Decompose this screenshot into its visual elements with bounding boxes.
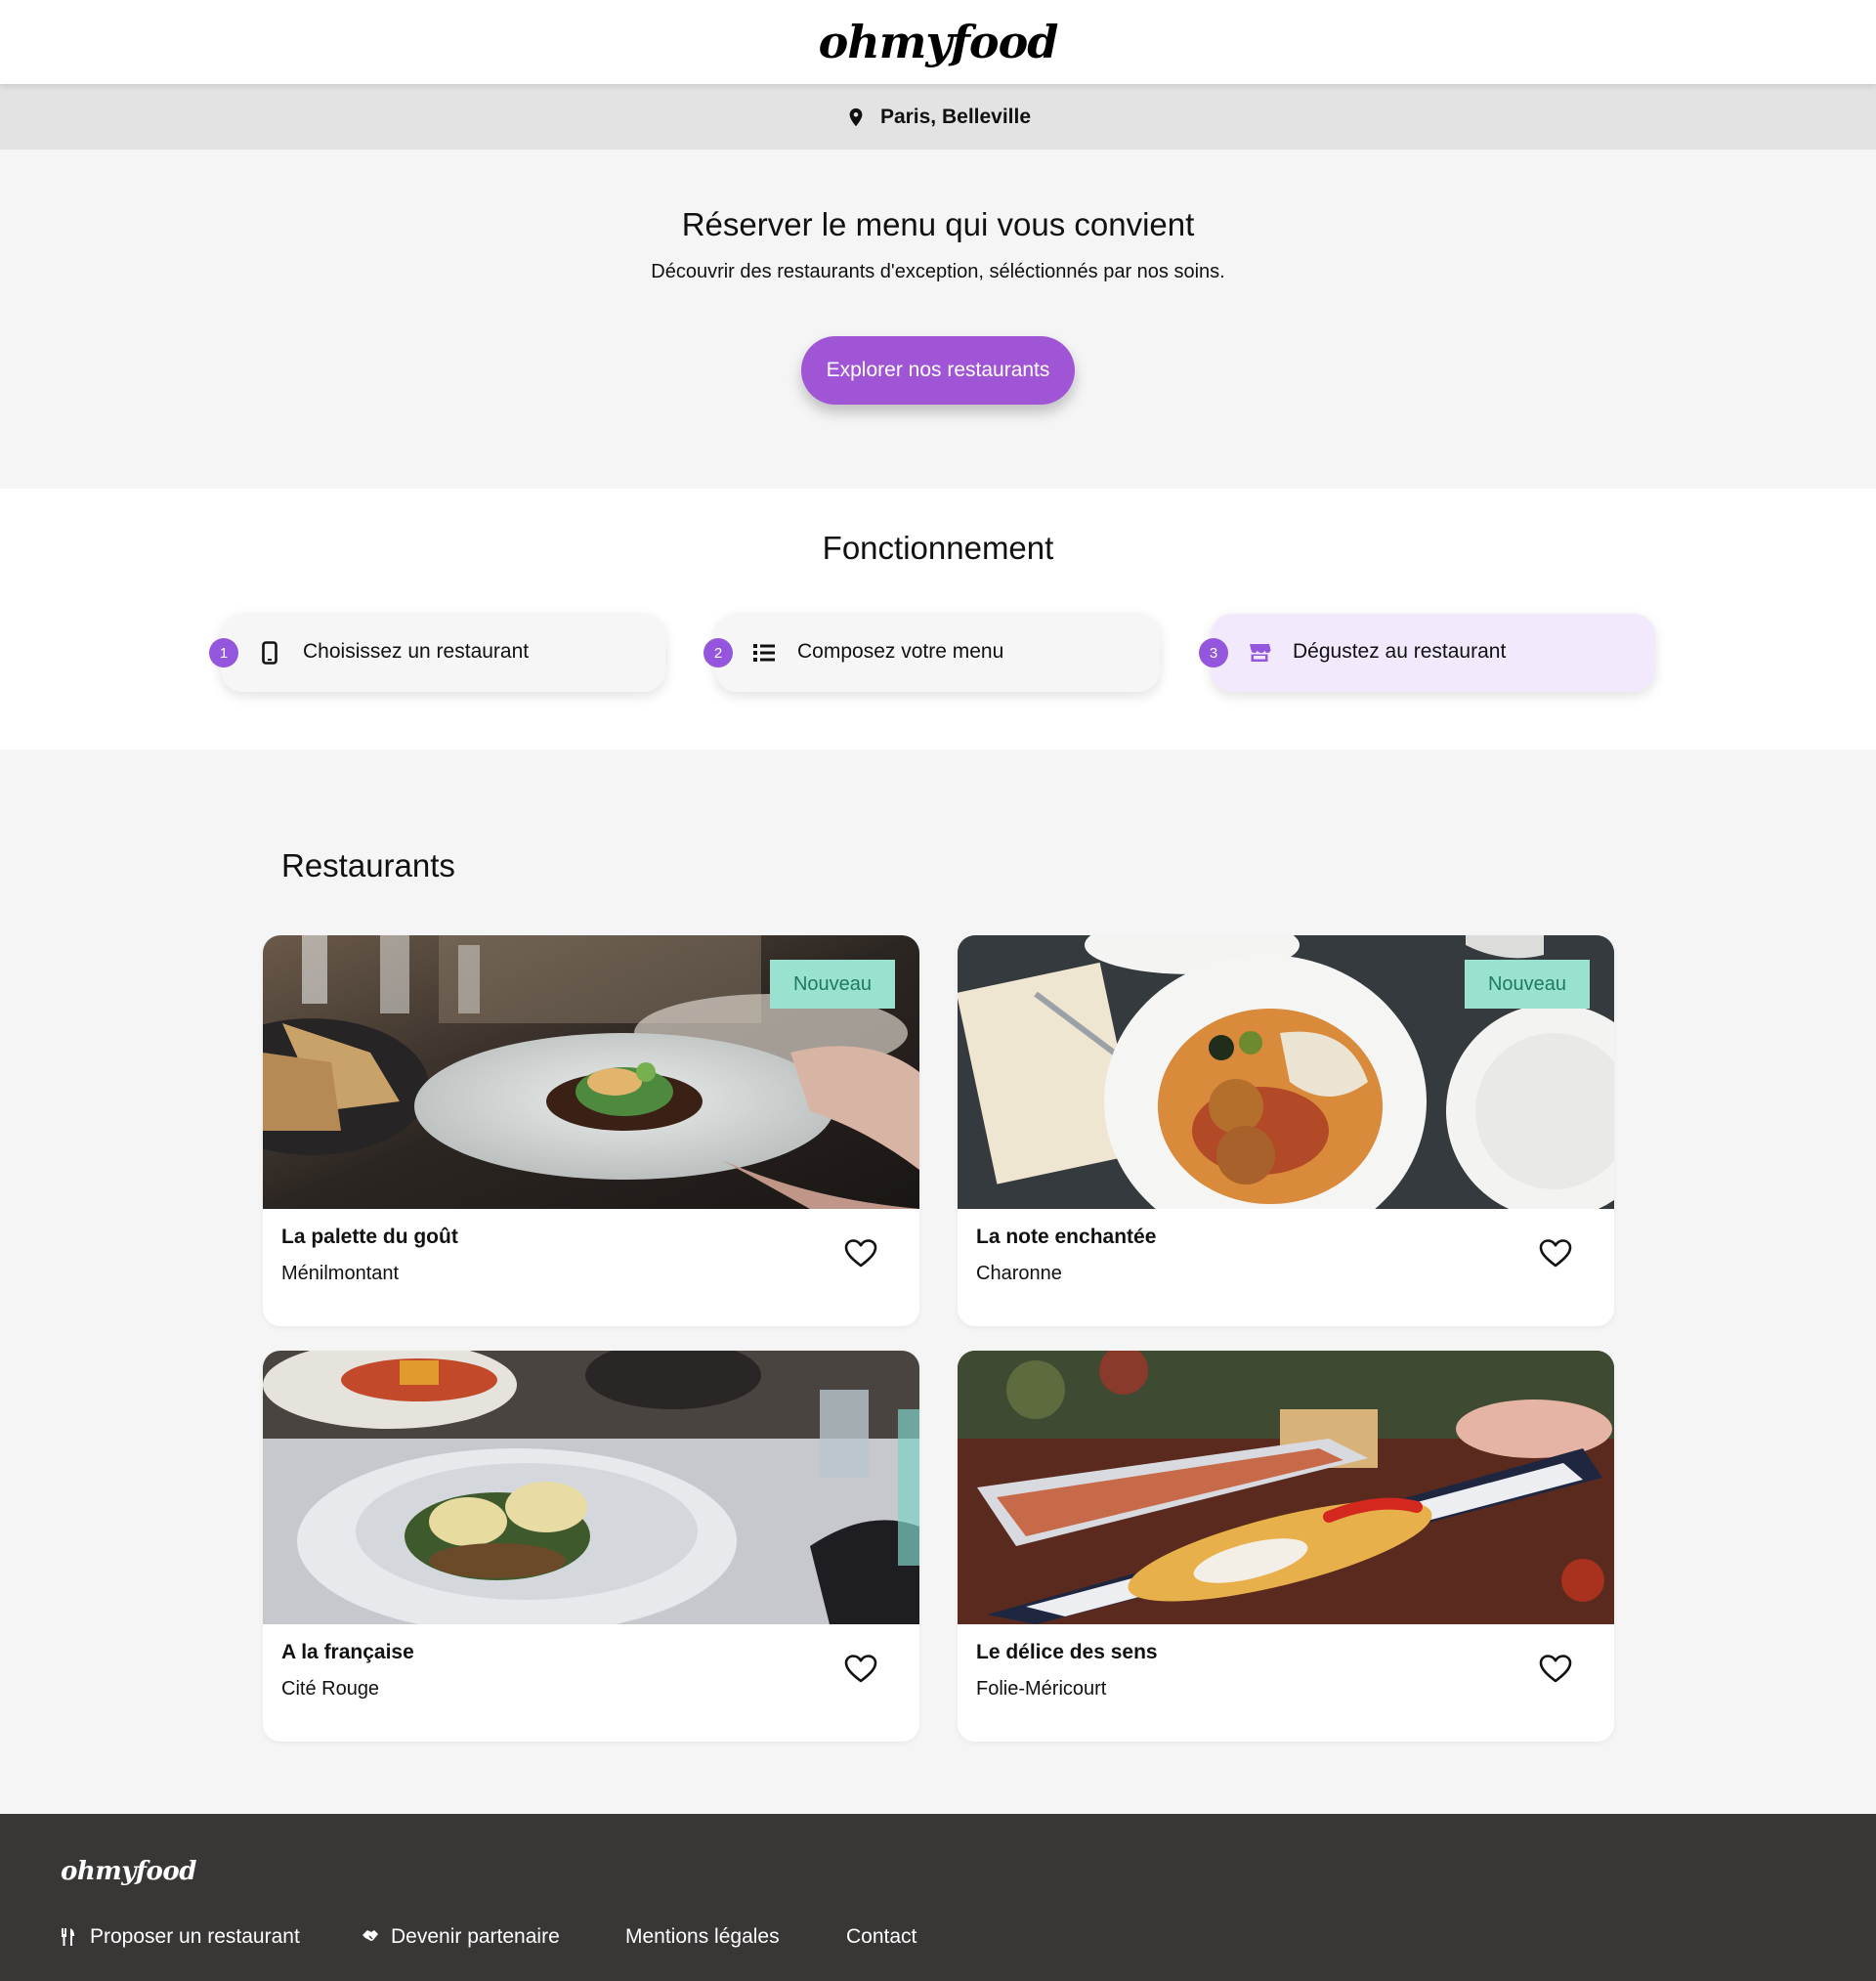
new-badge: Nouveau [1465, 960, 1590, 1009]
heart-icon[interactable] [844, 1654, 877, 1685]
restaurant-card[interactable]: Le délice des sens Folie-Méricourt [958, 1351, 1614, 1742]
restaurant-card[interactable]: A la française Cité Rouge [263, 1351, 919, 1742]
step-choose-restaurant: 1 Choisissez un restaurant [209, 614, 665, 692]
hero-section: Réserver le menu qui vous convient Décou… [0, 150, 1876, 489]
location-bar: Paris, Belleville [0, 84, 1876, 150]
heart-icon[interactable] [844, 1238, 877, 1270]
site-footer: ohmyfood Proposer un restaurant Devenir … [0, 1814, 1876, 1981]
new-badge: Nouveau [770, 960, 895, 1009]
handshake-icon [362, 1928, 379, 1946]
hero-title: Réserver le menu qui vous convient [681, 206, 1195, 242]
step-number: 3 [1199, 638, 1228, 668]
footer-logo[interactable]: ohmyfood [61, 1857, 196, 1886]
logo[interactable]: ohmyfood [819, 16, 1059, 68]
restaurant-area: Ménilmontant [281, 1263, 400, 1284]
how-title: Fonctionnement [822, 530, 1054, 566]
heart-icon[interactable] [1539, 1238, 1572, 1270]
restaurant-card[interactable]: Nouveau La palette du goût Ménilmontant [263, 935, 919, 1326]
fish-platter-photo [958, 1351, 1614, 1624]
step-compose-menu: 2 Composez votre menu [704, 614, 1160, 692]
footer-link-label: Proposer un restaurant [90, 1925, 300, 1948]
restaurant-name: Le délice des sens [976, 1641, 1158, 1663]
restaurants-title: Restaurants [281, 847, 455, 883]
step-label: Composez votre menu [797, 640, 1004, 663]
footer-link-label: Mentions légales [625, 1925, 780, 1948]
footer-link-propose-restaurant[interactable]: Proposer un restaurant [61, 1925, 300, 1949]
restaurant-area: Cité Rouge [281, 1678, 380, 1700]
footer-link-legal-notice[interactable]: Mentions légales [625, 1925, 780, 1949]
step-taste-restaurant: 3 Dégustez au restaurant [1199, 614, 1655, 692]
footer-link-contact[interactable]: Contact [846, 1925, 917, 1949]
site-header: ohmyfood [0, 0, 1876, 84]
utensils-icon [61, 1928, 78, 1946]
footer-link-label: Devenir partenaire [391, 1925, 560, 1948]
hero-subtitle: Découvrir des restaurants d'exception, s… [651, 261, 1225, 282]
restaurant-name: La note enchantée [976, 1226, 1157, 1248]
explore-restaurants-button[interactable]: Explorer nos restaurants [801, 336, 1075, 405]
restaurants-section: Restaurants Nouveau La palette du goût M… [0, 750, 1876, 1811]
restaurant-name: A la française [281, 1641, 414, 1663]
map-pin-icon [845, 107, 867, 128]
restaurant-area: Charonne [976, 1263, 1062, 1284]
footer-link-label: Contact [846, 1925, 917, 1948]
step-label: Dégustez au restaurant [1293, 640, 1507, 663]
footer-link-become-partner[interactable]: Devenir partenaire [362, 1925, 560, 1949]
list-icon [752, 641, 776, 665]
step-label: Choisissez un restaurant [303, 640, 530, 663]
step-number: 1 [209, 638, 238, 668]
location-text: Paris, Belleville [879, 105, 1032, 128]
restaurant-name: La palette du goût [281, 1226, 458, 1248]
step-number: 2 [704, 638, 733, 668]
smartphone-icon [258, 641, 281, 665]
restaurant-card[interactable]: Nouveau La note enchantée Charonne [958, 935, 1614, 1326]
how-it-works-section: Fonctionnement 1 Choisissez un restauran… [0, 489, 1876, 750]
restaurant-area: Folie-Méricourt [976, 1678, 1107, 1700]
store-icon [1248, 641, 1271, 665]
heart-icon[interactable] [1539, 1654, 1572, 1685]
eggs-benedict-photo [263, 1351, 919, 1624]
